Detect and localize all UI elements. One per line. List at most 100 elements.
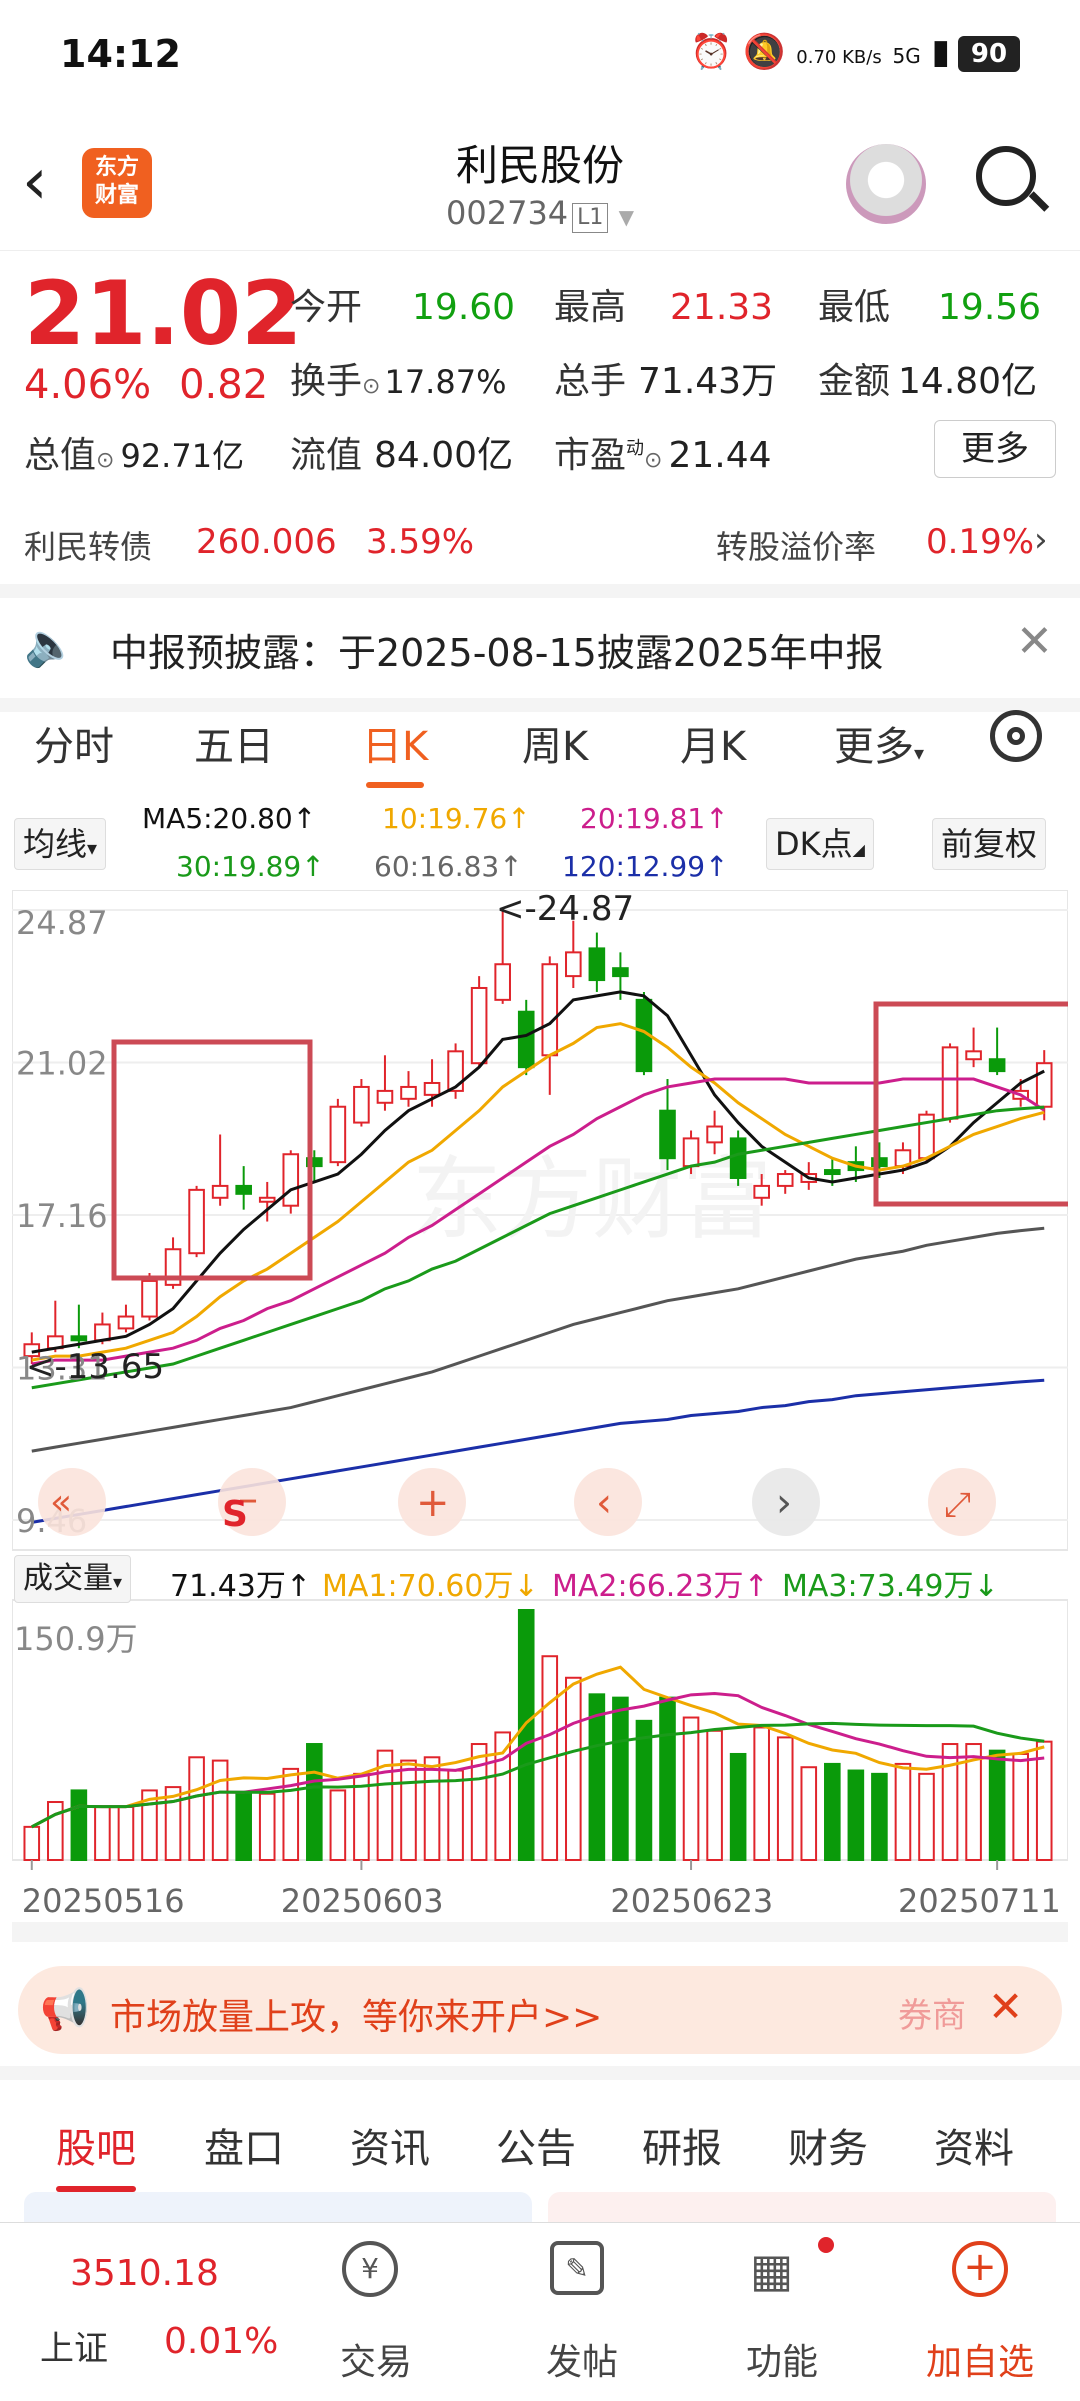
battery-indicator: 90 xyxy=(958,36,1020,72)
volume-bar xyxy=(988,1749,1006,1861)
stock-name: 利民股份 xyxy=(455,141,624,190)
volume-bar xyxy=(776,1736,794,1862)
volume-bar xyxy=(659,1696,676,1861)
chevron-right-icon: › xyxy=(1034,520,1048,560)
candle xyxy=(541,963,559,1057)
volume-selector[interactable]: 成交量▾ xyxy=(14,1555,132,1603)
candle xyxy=(353,1085,370,1124)
candle xyxy=(376,1089,394,1104)
tab-more[interactable]: 更多▾ xyxy=(834,714,924,772)
tab-news[interactable]: 资讯 xyxy=(350,2116,430,2174)
tab-research[interactable]: 研报 xyxy=(642,2116,722,2174)
close-icon[interactable]: ✕ xyxy=(988,1982,1023,2031)
trade-button[interactable]: ¥ 交易 xyxy=(300,2223,440,2401)
convertible-bond-row[interactable]: 利民转债 260.006 3.59% 转股溢价率 0.19% › xyxy=(0,510,1080,580)
candle xyxy=(706,1125,723,1144)
tab-five-day[interactable]: 五日 xyxy=(194,714,274,772)
candle xyxy=(211,1184,229,1199)
kline-tabs: 分时 五日 日K 周K 月K 更多▾ xyxy=(0,700,1080,788)
price-change: 4.06% 0.82 xyxy=(24,362,296,408)
float-cap-field: 流值 84.00亿 xyxy=(290,435,514,476)
volume-bar xyxy=(94,1805,111,1861)
volume-ma1: MA1:70.60万↓ xyxy=(322,1569,539,1604)
open-field: 今开 19.60 xyxy=(290,287,516,328)
volume-bar xyxy=(753,1726,770,1862)
cbond-price: 260.006 xyxy=(196,522,337,562)
kline-chart[interactable]: 东方财富 24.8721.0217.1613.319.46 <-24.87 <-… xyxy=(12,890,1068,1950)
megaphone-icon: 📢 xyxy=(40,1987,90,2033)
tab-pankou[interactable]: 盘口 xyxy=(204,2116,284,2174)
assistant-robot-icon[interactable] xyxy=(846,144,926,224)
tab-announcement[interactable]: 公告 xyxy=(496,2116,576,2174)
candle xyxy=(988,1058,1006,1073)
volume-bar xyxy=(800,1766,818,1861)
candle xyxy=(517,1010,535,1069)
stock-code: 002734 xyxy=(446,194,569,232)
adjust-button[interactable]: 前复权 xyxy=(932,818,1047,870)
tab-intraday[interactable]: 分时 xyxy=(34,714,114,772)
candle xyxy=(470,986,488,1065)
plus-icon: + xyxy=(416,1480,450,1526)
close-icon[interactable]: ✕ xyxy=(1016,616,1053,667)
ma-selector[interactable]: 均线▾ xyxy=(14,818,107,870)
candle xyxy=(447,1050,464,1092)
chart-footer xyxy=(12,1922,1068,1942)
volume-bar xyxy=(941,1743,959,1862)
post-button[interactable]: ✎ 发帖 xyxy=(506,2223,646,2401)
volume-bar xyxy=(329,1789,347,1861)
ma-lines xyxy=(31,990,1046,1524)
back-icon[interactable]: ‹ xyxy=(22,150,48,214)
tab-weekly-k[interactable]: 周K xyxy=(522,714,588,772)
candle xyxy=(941,1046,959,1120)
premium-label: 转股溢价率 xyxy=(716,528,877,566)
candle xyxy=(753,1184,770,1199)
volume-bar xyxy=(565,1676,582,1862)
high-annotation: <-24.87 xyxy=(496,890,634,929)
gear-icon[interactable] xyxy=(990,710,1042,762)
search-icon[interactable] xyxy=(976,146,1036,206)
stock-header: ‹ 东方 财富 利民股份 002734 L1 ▼ xyxy=(0,110,1080,251)
x-tick-label: 20250516 xyxy=(22,1882,185,1920)
volume-bar xyxy=(447,1769,464,1862)
more-quote-button[interactable]: 更多 xyxy=(934,420,1056,478)
tab-profile[interactable]: 资料 xyxy=(934,2116,1014,2174)
tab-daily-k[interactable]: 日K xyxy=(362,714,428,788)
stock-code-selector[interactable]: 002734 L1 ▼ xyxy=(340,194,740,233)
ma30-value: 30:19.89↑ xyxy=(176,850,325,883)
expand-icon: ⤢ xyxy=(944,1485,971,1525)
volume-current: 71.43万↑ xyxy=(170,1569,312,1604)
dk-point-button[interactable]: DK点◢ xyxy=(766,818,874,870)
change-amount: 0.82 xyxy=(179,362,269,408)
ma20-value: 20:19.81↑ xyxy=(580,802,729,835)
promo-banner[interactable]: 📢 市场放量上攻，等你来开户>> 券商 ✕ xyxy=(18,1966,1062,2054)
net-speed: 0.70 KB/s xyxy=(796,47,882,68)
low-field: 最低 19.56 xyxy=(818,287,1042,328)
tab-guba[interactable]: 股吧 xyxy=(56,2116,136,2192)
volume-max-label: 150.9万 xyxy=(14,1620,138,1658)
ma120-value: 120:12.99↑ xyxy=(562,850,729,883)
volume-bar xyxy=(423,1756,441,1861)
candle xyxy=(188,1188,205,1255)
volume-bar xyxy=(588,1693,606,1862)
status-bar: 14:12 ⏰ 🔕 0.70 KB/s 5G ▮ ⌔ 90 xyxy=(0,0,1080,110)
candle xyxy=(141,1279,158,1318)
cbond-name: 利民转债 xyxy=(24,528,153,566)
ma5-value: MA5:20.80↑ xyxy=(142,802,317,835)
candle xyxy=(235,1184,252,1195)
x-tick-label: 20250603 xyxy=(281,1882,444,1920)
volume-bar xyxy=(847,1769,865,1862)
status-time: 14:12 xyxy=(60,32,181,76)
y-tick-label: 17.16 xyxy=(16,1197,108,1235)
add-watchlist-button[interactable]: + 加自选 xyxy=(904,2223,1060,2401)
notification-dot xyxy=(818,2237,834,2253)
volume-bar xyxy=(612,1696,629,1861)
tab-monthly-k[interactable]: 月K xyxy=(680,714,746,772)
chevron-left-icon: ‹ xyxy=(596,1480,612,1526)
tab-finance[interactable]: 财务 xyxy=(788,2116,868,2174)
notice-bar[interactable]: 🔈 中报预披露：于2025-08-15披露2025年中报 ✕ xyxy=(0,584,1080,712)
s-marker: S xyxy=(222,1494,248,1535)
volume-bar xyxy=(894,1762,912,1861)
volume-ma-lines xyxy=(31,1665,1045,1829)
function-button[interactable]: ▦ 功能 xyxy=(706,2223,846,2401)
candle xyxy=(117,1315,135,1330)
